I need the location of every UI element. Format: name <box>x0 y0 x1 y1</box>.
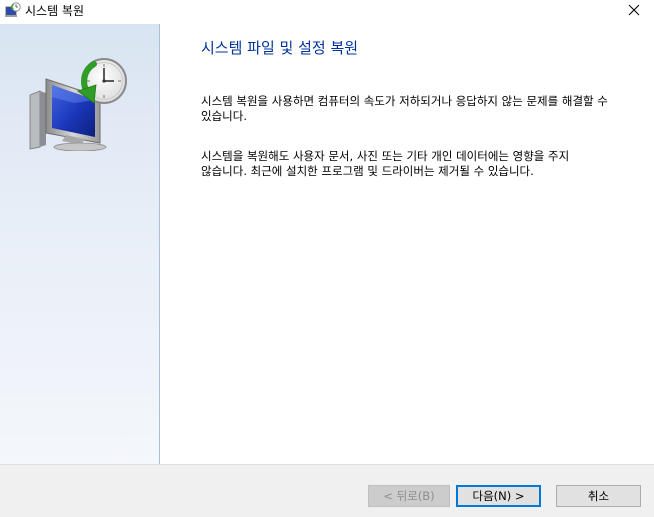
computer-restore-icon <box>29 58 127 151</box>
back-button: < 뒤로(B) <box>368 485 450 507</box>
wizard-content: 시스템 파일 및 설정 복원 시스템 복원을 사용하면 컴퓨터의 속도가 저하되… <box>160 24 654 464</box>
close-icon <box>628 4 640 16</box>
cancel-button[interactable]: 취소 <box>556 485 641 507</box>
title-bar[interactable]: 시스템 복원 <box>0 0 654 24</box>
page-title: 시스템 파일 및 설정 복원 <box>201 39 359 57</box>
close-button[interactable] <box>614 0 654 20</box>
side-banner <box>0 24 160 464</box>
window-title: 시스템 복원 <box>25 4 85 18</box>
button-bar: < 뒤로(B) 다음(N) > 취소 <box>0 464 654 517</box>
description-text: 시스템 복원을 사용하면 컴퓨터의 속도가 저하되거나 응답하지 않는 문제를 … <box>201 94 608 123</box>
system-restore-window: 시스템 복원 시스템 파일 및 설정 복원 시스템 복원을 사용하면 컴퓨터의 … <box>0 0 654 517</box>
next-button[interactable]: 다음(N) > <box>456 485 541 507</box>
note-text: 시스템을 복원해도 사용자 문서, 사진 또는 기타 개인 데이터에는 영향을 … <box>201 149 570 178</box>
system-restore-icon <box>4 2 22 20</box>
